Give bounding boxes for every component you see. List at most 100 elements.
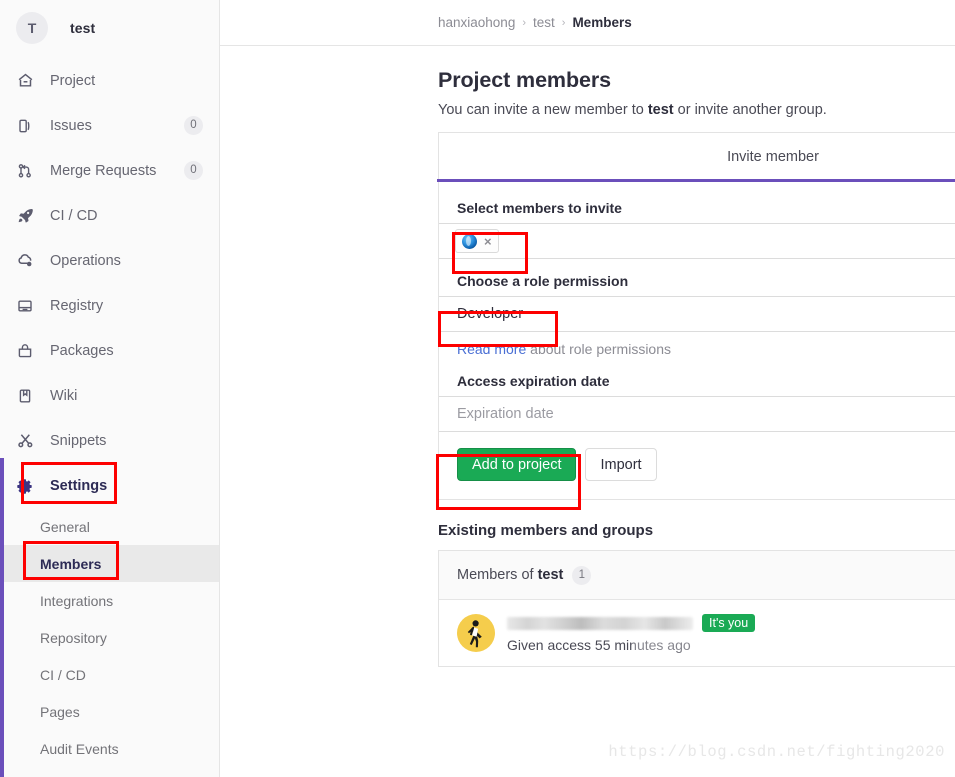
sidebar-item-issues[interactable]: Issues 0 [0,103,219,148]
sidebar-subitem-ci-cd[interactable]: CI / CD [0,656,219,693]
project-avatar: T [16,12,48,44]
sidebar-item-snippets[interactable]: Snippets [0,418,219,463]
remove-member-icon[interactable]: × [484,235,492,248]
sidebar-subitem-label: Integrations [40,592,114,609]
invite-member-card: Invite member Select members to invite × [437,132,955,500]
project-name: test [70,20,96,36]
existing-members-title: Existing members and groups [438,522,654,539]
rocket-icon [16,207,34,225]
table-row[interactable]: It's you Given access 55 minutes ago [439,600,955,666]
sidebar-label: Snippets [50,432,107,449]
role-permission-field: Choose a role permission Developer [439,273,955,332]
sidebar-subitem-label: Audit Events [40,740,119,757]
members-count-badge: 1 [572,565,592,585]
sidebar-item-project[interactable]: Project [0,58,219,103]
member-info: It's you Given access 55 minutes ago [507,613,955,653]
sidebar-project-header[interactable]: T test [0,0,219,56]
select-members-label: Select members to invite [457,200,622,216]
sidebar-subitem-label: CI / CD [40,666,86,683]
sidebar-label: Operations [50,252,121,269]
packages-icon [16,342,34,360]
sidebar-label: Issues [50,117,92,134]
role-permission-label: Choose a role permission [457,273,629,289]
sidebar-item-packages[interactable]: Packages [0,328,219,373]
sidebar: T test Project Issues 0 Merge Requests 0… [0,0,220,777]
sidebar-subitem-repository[interactable]: Repository [0,619,219,656]
member-name-redacted [507,616,693,630]
sidebar-subitem-members[interactable]: Members [0,545,219,582]
breadcrumb-group[interactable]: hanxiaohong [438,15,515,30]
member-access-meta: Given access 55 minutes ago [507,637,955,653]
breadcrumb-project[interactable]: test [533,15,555,30]
sidebar-label: Settings [50,477,108,494]
invite-member-pane: Select members to invite × Choose a role… [439,182,955,481]
sidebar-subitem-label: Members [40,555,102,572]
invite-actions: Add to project Import [457,448,955,481]
breadcrumb-separator-icon: › [522,16,526,29]
tab-invite-member[interactable]: Invite member [437,133,955,182]
sidebar-label: Merge Requests [50,162,157,179]
role-permissions-help: Read more about role permissions [457,341,955,357]
gear-icon [16,477,34,495]
invite-tabs: Invite member [437,133,955,182]
role-permission-select[interactable]: Developer [439,296,955,332]
select-members-field: Select members to invite × [439,200,955,259]
page-title: Project members [438,68,611,92]
member-avatar-icon [462,233,477,249]
sidebar-subitem-label: General [40,518,90,535]
members-of-project: test [537,567,564,583]
sidebar-item-settings[interactable]: Settings [0,463,219,508]
app-root: T test Project Issues 0 Merge Requests 0… [0,0,955,777]
home-icon [16,72,34,90]
member-token[interactable]: × [455,229,499,253]
page-subtitle-pre: You can invite a new member to [438,102,648,118]
merge-requests-count-badge: 0 [184,161,203,180]
issues-count-badge: 0 [184,116,203,135]
sidebar-item-merge-requests[interactable]: Merge Requests 0 [0,148,219,193]
read-more-rest: about role permissions [526,341,672,357]
members-of-label: Members of [457,567,534,583]
sidebar-label: Wiki [50,387,78,404]
scissors-icon [16,432,34,450]
sidebar-item-ci-cd[interactable]: CI / CD [0,193,219,238]
expiration-date-placeholder: Expiration date [457,406,554,422]
sidebar-subitem-audit-events[interactable]: Audit Events [0,730,219,767]
expiration-date-input[interactable]: Expiration date [439,396,955,432]
sidebar-item-wiki[interactable]: Wiki [0,373,219,418]
breadcrumb-current: Members [572,15,632,30]
issues-icon [16,117,34,135]
read-more-link[interactable]: Read more [457,341,526,357]
sidebar-subitem-label: Pages [40,703,80,720]
expiration-date-field: Access expiration date Expiration date [439,373,955,432]
member-name-line: It's you [507,613,955,633]
sidebar-label: Registry [50,297,104,314]
sidebar-subitem-label: Repository [40,629,107,646]
watermark: https://blog.csdn.net/fighting2020 [608,743,945,761]
page-subtitle-post: or invite another group. [673,102,827,118]
sidebar-label: CI / CD [50,207,98,224]
sidebar-item-operations[interactable]: Operations [0,238,219,283]
package-box-icon [16,297,34,315]
sidebar-label: Packages [50,342,114,359]
page-subtitle-project: test [647,102,674,118]
page-body: Project members You can invite a new mem… [220,46,955,667]
sidebar-subitem-general[interactable]: General [0,508,219,545]
book-icon [16,387,34,405]
tab-label: Invite member [727,149,819,165]
add-to-project-button[interactable]: Add to project [457,448,577,481]
sidebar-subitem-pages[interactable]: Pages [0,693,219,730]
expiration-date-label: Access expiration date [457,373,610,389]
select-members-input[interactable]: × [439,223,955,259]
members-list-header: Members of test 1 [439,551,955,600]
import-button[interactable]: Import [585,448,657,481]
cloud-gear-icon [16,252,34,270]
avatar [457,614,495,652]
sidebar-nav: Project Issues 0 Merge Requests 0 CI / C… [0,56,219,767]
sidebar-subitem-integrations[interactable]: Integrations [0,582,219,619]
main-content: hanxiaohong › test › Members Project mem… [220,0,955,777]
existing-members-card: Members of test 1 It's you Given access … [438,550,955,667]
sidebar-item-registry[interactable]: Registry [0,283,219,328]
merge-request-icon [16,162,34,180]
role-permission-value: Developer [457,306,524,322]
its-you-badge: It's you [702,614,756,632]
